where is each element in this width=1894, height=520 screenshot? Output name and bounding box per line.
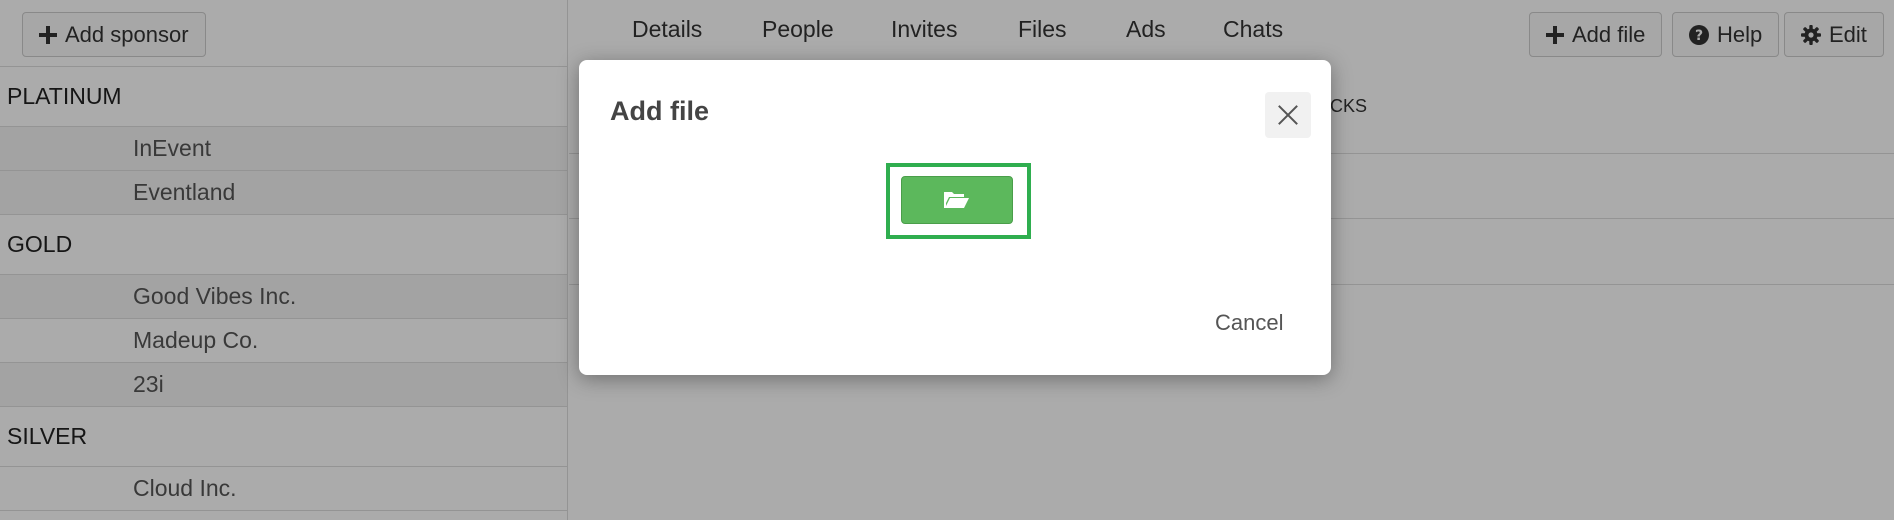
close-button[interactable] bbox=[1265, 92, 1311, 138]
upload-file-button[interactable] bbox=[901, 176, 1013, 224]
folder-open-icon bbox=[944, 192, 969, 208]
modal-title: Add file bbox=[610, 96, 709, 126]
cancel-button[interactable]: Cancel bbox=[1215, 310, 1283, 336]
upload-highlight-frame bbox=[886, 163, 1031, 239]
add-file-modal: Add file Cancel bbox=[579, 60, 1331, 375]
